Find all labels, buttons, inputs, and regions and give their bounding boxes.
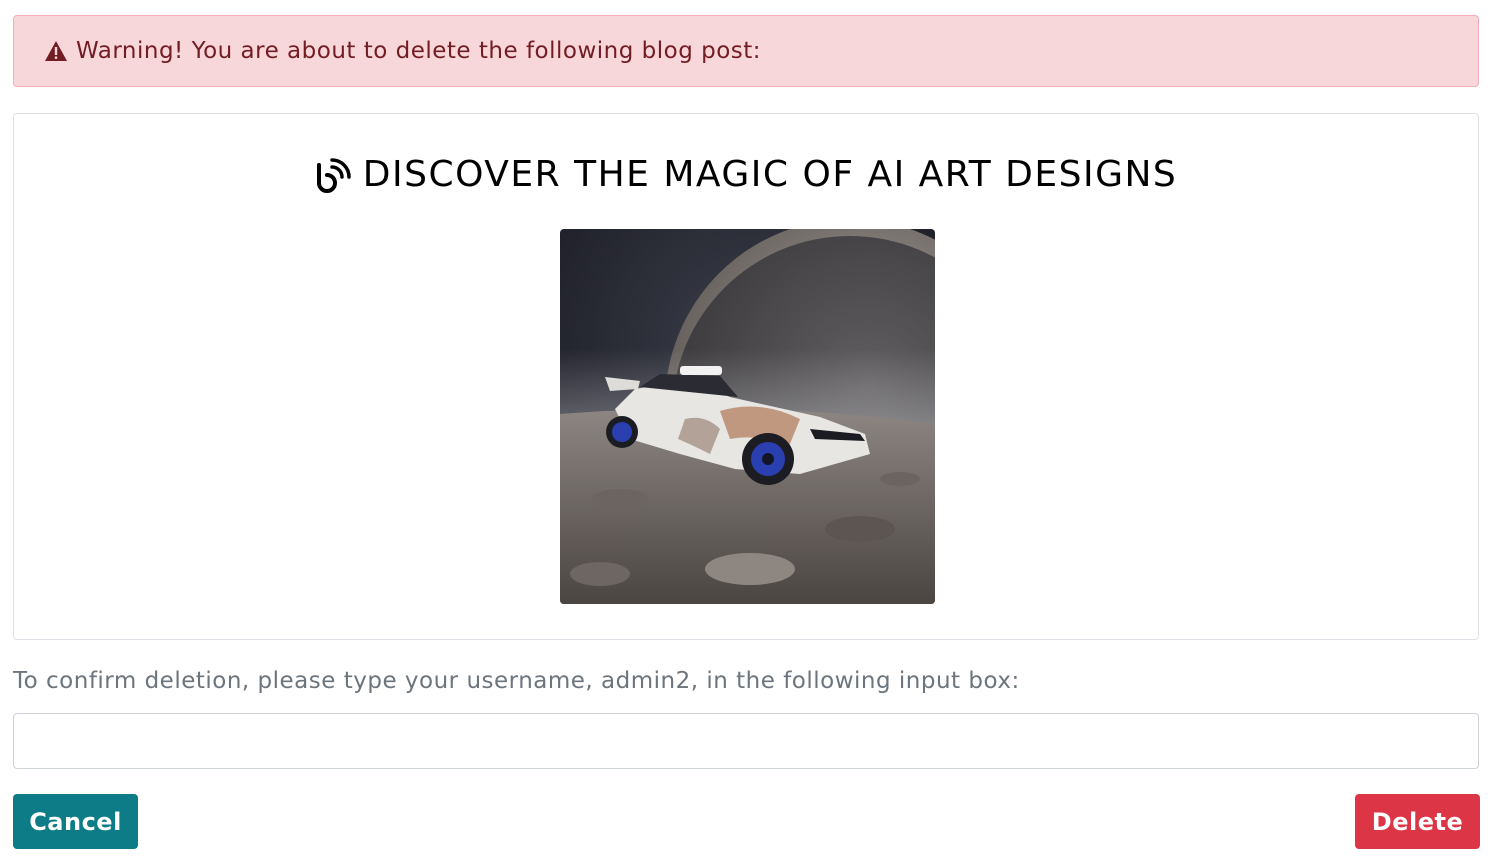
- post-title-row: DISCOVER THE MAGIC OF AI ART DESIGNS: [14, 154, 1478, 195]
- delete-post-page: Warning! You are about to delete the fol…: [0, 0, 1493, 858]
- delete-button[interactable]: Delete: [1355, 794, 1480, 849]
- cancel-button[interactable]: Cancel: [13, 794, 138, 849]
- warning-alert: Warning! You are about to delete the fol…: [13, 15, 1479, 87]
- warning-text: Warning! You are about to delete the fol…: [76, 38, 762, 64]
- warning-triangle-icon: [44, 40, 68, 62]
- post-title: DISCOVER THE MAGIC OF AI ART DESIGNS: [362, 154, 1178, 195]
- post-preview-card: DISCOVER THE MAGIC OF AI ART DESIGNS: [13, 113, 1479, 640]
- confirm-instructions: To confirm deletion, please type your us…: [13, 668, 1020, 694]
- post-image: [560, 229, 935, 604]
- blog-icon: [315, 157, 351, 193]
- username-confirm-input[interactable]: [13, 713, 1479, 769]
